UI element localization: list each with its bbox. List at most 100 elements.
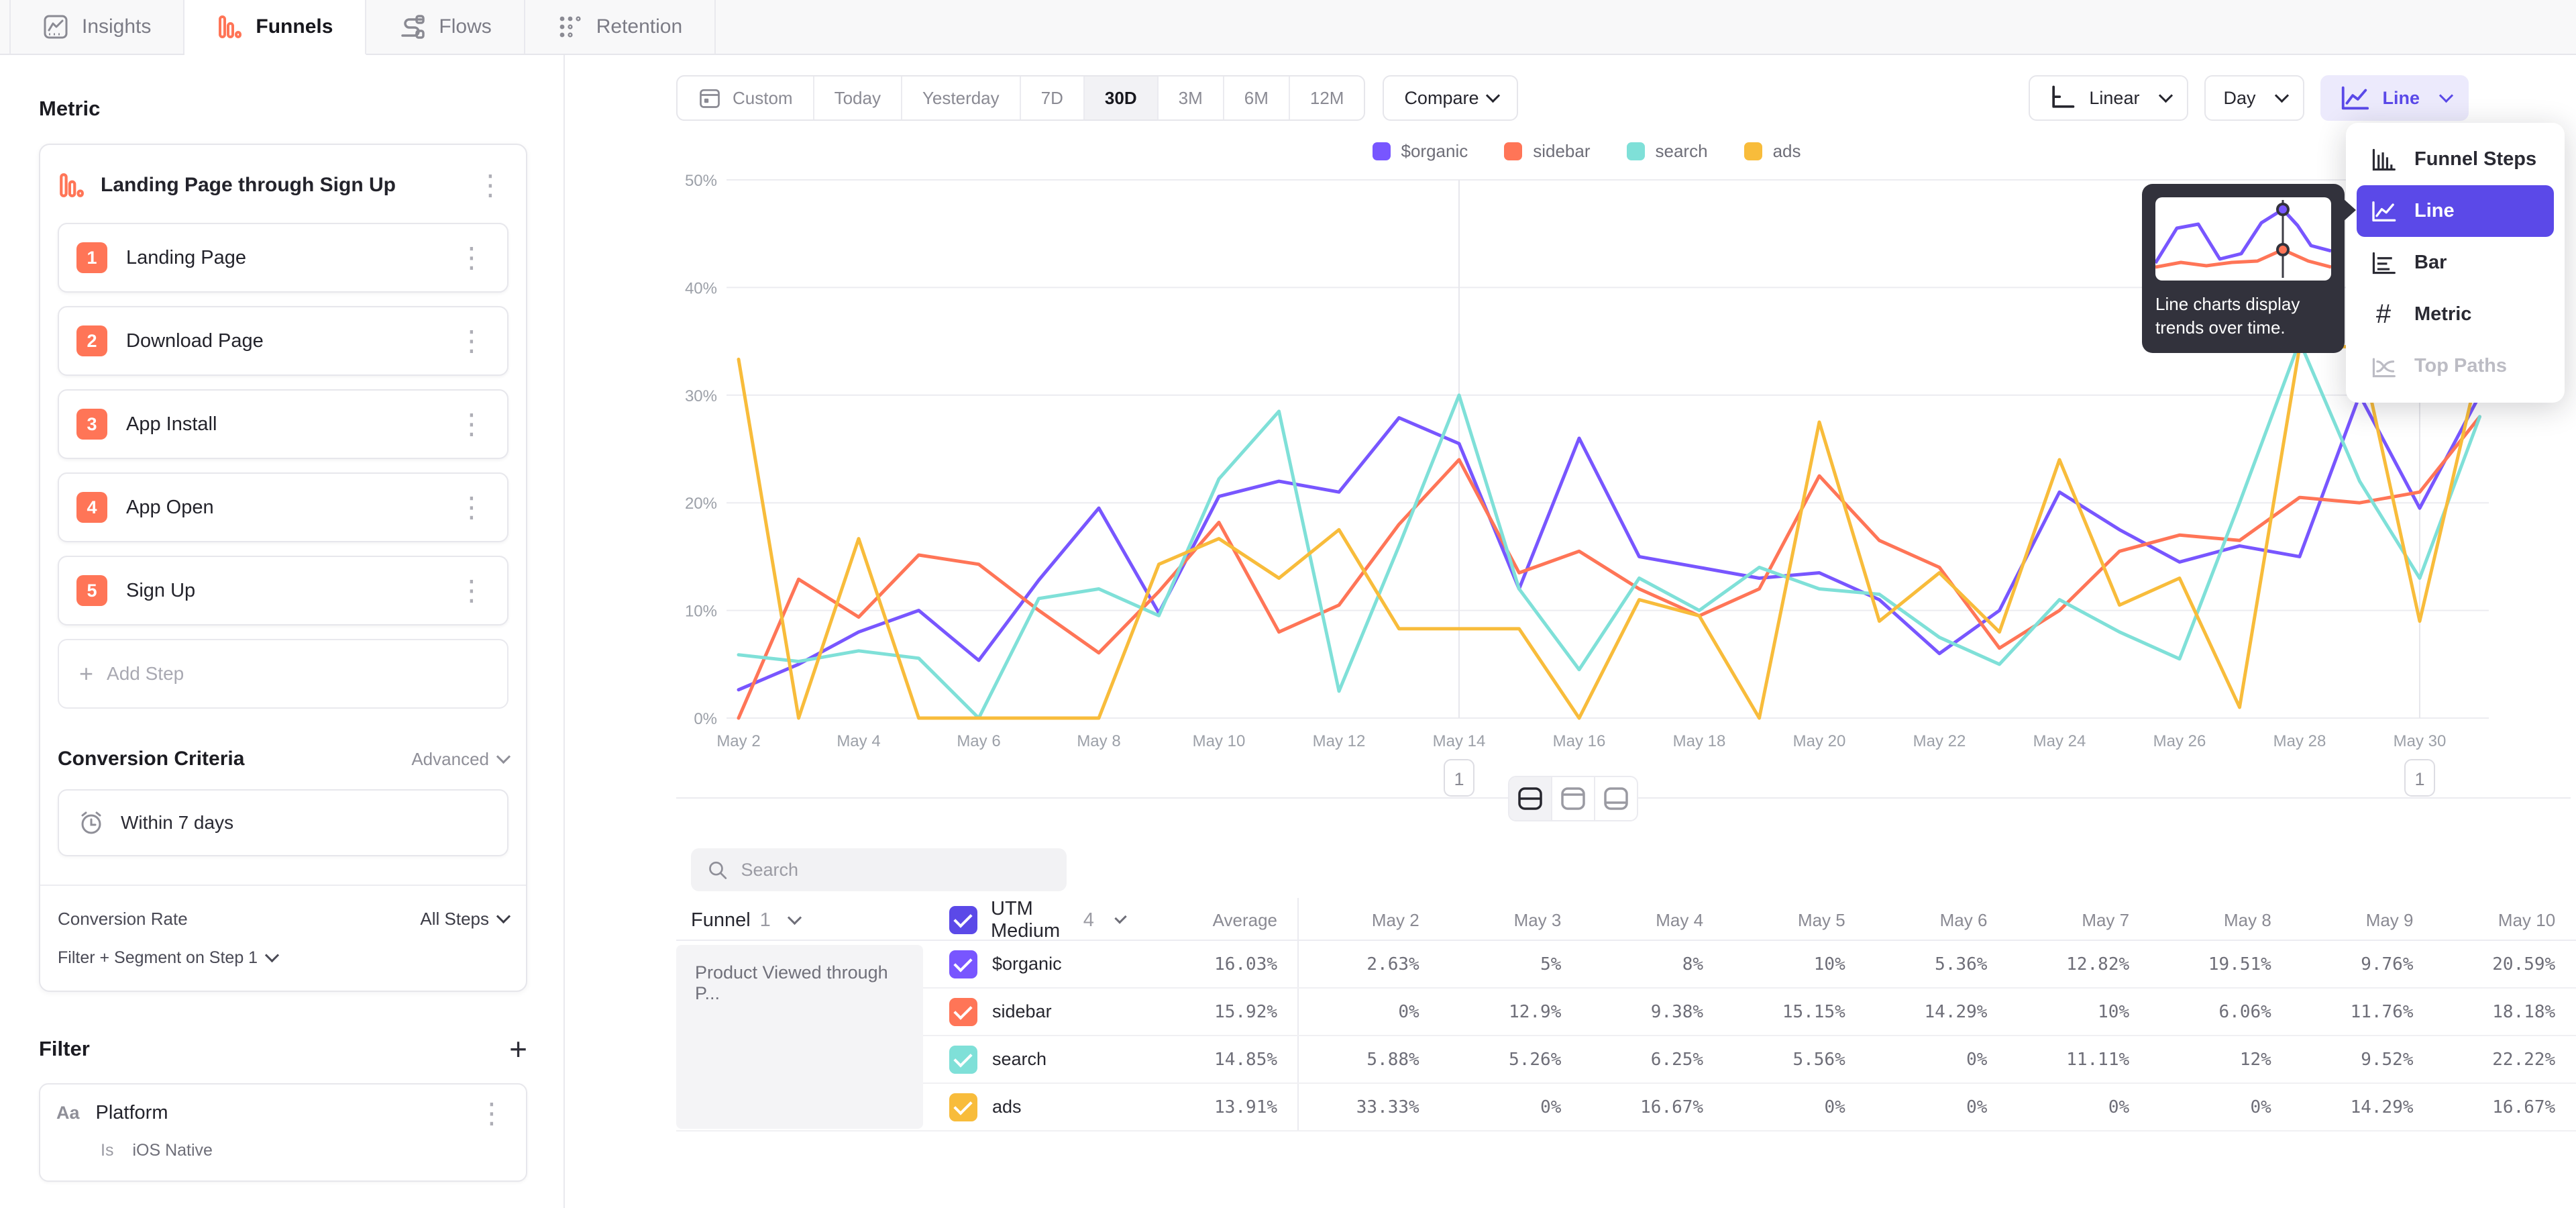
date-controls: Custom Today Yesterday 7D 30D 3M 6M 12M … bbox=[676, 75, 1518, 121]
series-checkbox[interactable] bbox=[949, 950, 977, 978]
legend-item[interactable]: search bbox=[1627, 141, 1708, 162]
date-range-label: 6M bbox=[1244, 88, 1269, 109]
date-range-6m[interactable]: 6M bbox=[1224, 77, 1290, 119]
menu-item-top-paths[interactable]: Top Paths bbox=[2357, 340, 2554, 392]
filter-segment-dropdown[interactable]: Filter + Segment on Step 1 bbox=[58, 948, 508, 970]
select-all-checkbox[interactable] bbox=[949, 906, 977, 934]
tab-insights[interactable]: Insights bbox=[9, 0, 184, 54]
step-label: Sign Up bbox=[126, 580, 435, 602]
granularity-dropdown[interactable]: Day bbox=[2204, 75, 2304, 121]
average-value: 16.03% bbox=[1124, 941, 1297, 987]
kebab-menu-icon[interactable]: ⋮ bbox=[453, 245, 490, 270]
breakdown-table: Funnel 1 UTM Medium 4 Average May 2May 3… bbox=[676, 898, 2576, 1208]
date-range-label: Yesterday bbox=[922, 88, 1000, 109]
filter-value: iOS Native bbox=[132, 1141, 212, 1160]
day-column-header: May 10 bbox=[2434, 898, 2576, 942]
series-checkbox[interactable] bbox=[949, 998, 977, 1026]
conversion-rate-steps-dropdown[interactable]: All Steps bbox=[420, 909, 508, 929]
search-input[interactable] bbox=[740, 859, 1051, 881]
day-value: 9.52% bbox=[2292, 1036, 2434, 1083]
average-value: 14.85% bbox=[1124, 1036, 1297, 1083]
layout-split-button[interactable] bbox=[1509, 777, 1552, 820]
day-value: 0% bbox=[1440, 1084, 1582, 1130]
filter-operator: Is bbox=[101, 1141, 113, 1160]
day-column-header: May 9 bbox=[2292, 898, 2434, 942]
kebab-menu-icon[interactable]: ⋮ bbox=[453, 578, 490, 603]
date-range-yesterday[interactable]: Yesterday bbox=[902, 77, 1021, 119]
menu-item-bar[interactable]: Bar bbox=[2357, 237, 2554, 289]
tab-retention[interactable]: Retention bbox=[525, 0, 716, 54]
series-ads[interactable] bbox=[739, 347, 2480, 718]
filter-section-title: Filter bbox=[39, 1037, 90, 1061]
kebab-menu-icon[interactable]: ⋮ bbox=[453, 495, 490, 520]
legend-item[interactable]: ads bbox=[1744, 141, 1801, 162]
chart-type-dropdown[interactable]: Line bbox=[2320, 75, 2469, 121]
breakdown-column-header[interactable]: UTM Medium 4 bbox=[923, 898, 1124, 942]
annotation-badge[interactable]: 1 bbox=[1444, 760, 1474, 796]
series-checkbox[interactable] bbox=[949, 1046, 977, 1074]
date-range-today[interactable]: Today bbox=[814, 77, 902, 119]
kebab-menu-icon[interactable]: ⋮ bbox=[474, 1101, 510, 1126]
metric-section-title: Metric bbox=[39, 97, 527, 121]
layout-chart-only-button[interactable] bbox=[1552, 777, 1595, 820]
layout-table-only-button[interactable] bbox=[1595, 777, 1637, 820]
legend-item[interactable]: $organic bbox=[1373, 141, 1468, 162]
funnel-column-header[interactable]: Funnel 1 bbox=[676, 898, 923, 942]
day-value: 16.67% bbox=[1581, 1084, 1723, 1130]
x-axis-label: May 4 bbox=[837, 732, 880, 750]
legend-swatch bbox=[1627, 142, 1645, 160]
conversion-window-button[interactable]: Within 7 days bbox=[58, 789, 508, 856]
alarm-clock-icon bbox=[78, 809, 105, 836]
filter-item-card: Aa Platform ⋮ Is iOS Native bbox=[39, 1083, 527, 1182]
average-value: 13.91% bbox=[1124, 1084, 1297, 1130]
day-value: 5.26% bbox=[1440, 1036, 1582, 1083]
step-label: App Install bbox=[126, 413, 435, 436]
kebab-menu-icon[interactable]: ⋮ bbox=[453, 411, 490, 437]
annotation-badge[interactable]: 1 bbox=[2405, 760, 2434, 796]
day-column-header: May 6 bbox=[1866, 898, 2008, 942]
add-step-button[interactable]: + Add Step bbox=[58, 639, 508, 709]
day-value: 11.11% bbox=[2007, 1036, 2149, 1083]
date-range-7d[interactable]: 7D bbox=[1021, 77, 1085, 119]
filter-condition-row[interactable]: Is iOS Native bbox=[101, 1141, 510, 1160]
scale-dropdown[interactable]: Linear bbox=[2029, 75, 2188, 121]
funnel-step-row[interactable]: 3 App Install ⋮ bbox=[58, 389, 508, 459]
date-range-30d[interactable]: 30D bbox=[1085, 77, 1159, 119]
menu-item-funnel-steps[interactable]: Funnel Steps bbox=[2357, 134, 2554, 185]
series-label: search bbox=[992, 1049, 1046, 1070]
insights-icon bbox=[43, 14, 68, 40]
day-column-header: May 5 bbox=[1723, 898, 1866, 942]
menu-item-line[interactable]: Line bbox=[2357, 185, 2554, 237]
tab-flows[interactable]: Flows bbox=[366, 0, 525, 54]
funnel-step-row[interactable]: 2 Download Page ⋮ bbox=[58, 306, 508, 376]
add-filter-button[interactable]: + bbox=[509, 1034, 527, 1064]
date-range-12m[interactable]: 12M bbox=[1290, 77, 1364, 119]
metric-card-header[interactable]: Landing Page through Sign Up ⋮ bbox=[58, 161, 508, 209]
legend-item[interactable]: sidebar bbox=[1504, 141, 1590, 162]
chart-controls-row: Custom Today Yesterday 7D 30D 3M 6M 12M … bbox=[676, 75, 2469, 121]
compare-button[interactable]: Compare bbox=[1383, 75, 1518, 121]
date-range-custom[interactable]: Custom bbox=[678, 77, 814, 119]
tab-funnels[interactable]: Funnels bbox=[184, 0, 366, 55]
chart-legend: $organic sidebar search ads bbox=[661, 141, 2512, 162]
kebab-menu-icon[interactable]: ⋮ bbox=[472, 172, 508, 198]
x-axis-label: May 8 bbox=[1077, 732, 1120, 750]
series-label: sidebar bbox=[992, 1001, 1052, 1022]
date-range-selector: Custom Today Yesterday 7D 30D 3M 6M 12M bbox=[676, 75, 1365, 121]
day-value: 12.82% bbox=[2007, 941, 2149, 987]
kebab-menu-icon[interactable]: ⋮ bbox=[453, 328, 490, 354]
date-range-3m[interactable]: 3M bbox=[1159, 77, 1224, 119]
filter-item-row[interactable]: Aa Platform ⋮ bbox=[56, 1101, 510, 1126]
conversion-rate-value: All Steps bbox=[420, 909, 489, 929]
day-value: 5.56% bbox=[1723, 1036, 1866, 1083]
conversion-rate-row: Conversion Rate All Steps bbox=[58, 909, 508, 929]
x-axis-label: May 12 bbox=[1313, 732, 1366, 750]
funnel-step-row[interactable]: 4 App Open ⋮ bbox=[58, 472, 508, 542]
menu-item-metric[interactable]: # Metric bbox=[2357, 289, 2554, 340]
funnel-step-row[interactable]: 1 Landing Page ⋮ bbox=[58, 223, 508, 293]
funnel-step-row[interactable]: 5 Sign Up ⋮ bbox=[58, 556, 508, 625]
funnel-steps-list: 1 Landing Page ⋮ 2 Download Page ⋮ 3 App… bbox=[58, 223, 508, 625]
advanced-dropdown[interactable]: Advanced bbox=[411, 749, 508, 770]
series-$organic[interactable] bbox=[739, 395, 2480, 690]
series-checkbox[interactable] bbox=[949, 1093, 977, 1121]
